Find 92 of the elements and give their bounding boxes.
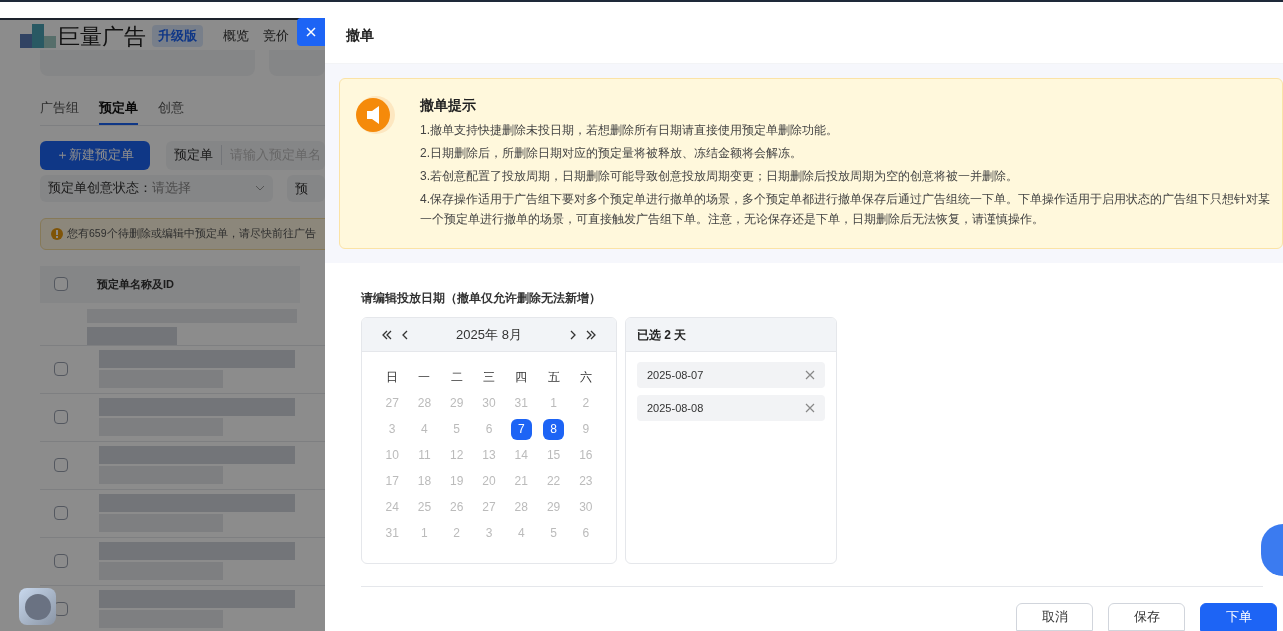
calendar-day[interactable]: 4 <box>510 522 532 544</box>
calendar-day[interactable]: 26 <box>446 496 468 518</box>
calendar-day[interactable]: 10 <box>381 444 403 466</box>
warning-icon <box>51 227 63 240</box>
calendar-day[interactable]: 6 <box>575 522 597 544</box>
calendar-day[interactable]: 28 <box>510 496 532 518</box>
calendar-day[interactable]: 30 <box>478 392 500 414</box>
footer-button[interactable]: 下单 <box>1200 603 1277 631</box>
calendar-day[interactable]: 24 <box>381 496 403 518</box>
date-text: 2025-08-08 <box>647 400 704 416</box>
tab[interactable]: 创意 <box>158 98 184 125</box>
calendar-day[interactable]: 4 <box>413 418 435 440</box>
row-checkbox[interactable] <box>54 458 68 472</box>
notice-text: 3.若创意配置了投放周期，日期删除可能导致创意投放周期变更；日期删除后投放周期为空的创意将被一并删除。 <box>420 168 1019 185</box>
calendar-day[interactable]: 9 <box>575 418 597 440</box>
close-icon <box>306 27 316 37</box>
calendar-day[interactable]: 27 <box>381 392 403 414</box>
selected-count: 已选 2 天 <box>637 326 687 344</box>
weekday-label: 日 <box>386 369 399 386</box>
calendar-day[interactable]: 20 <box>478 470 500 492</box>
app-icon[interactable] <box>19 588 56 625</box>
calendar-day[interactable]: 15 <box>543 444 565 466</box>
column-header: 预定单名称及ID <box>97 276 174 292</box>
calendar-day[interactable]: 29 <box>543 496 565 518</box>
section-label: 请编辑投放日期（撤单仅允许删除无法新增） <box>361 290 602 307</box>
weekday-label: 三 <box>483 369 495 386</box>
calendar-day[interactable]: 21 <box>510 470 532 492</box>
tab[interactable]: 广告组 <box>40 98 79 125</box>
nav-link[interactable]: 概览 <box>223 26 249 46</box>
calendar-day[interactable]: 13 <box>478 444 500 466</box>
weekday-label: 二 <box>450 369 463 386</box>
chevron-icon <box>254 185 265 191</box>
calendar-day[interactable]: 6 <box>478 418 500 440</box>
drawer-title: 撤单 <box>346 26 374 45</box>
footer-button[interactable]: 取消 <box>1016 603 1093 631</box>
calendar-day[interactable]: 7 <box>510 418 532 440</box>
tab[interactable]: 预定单 <box>99 98 138 125</box>
weekday-label: 四 <box>515 369 528 386</box>
date-text: 2025-08-07 <box>647 367 704 383</box>
calendar-day[interactable]: 3 <box>381 418 403 440</box>
status-filter[interactable]: 预定单创意状态：请选择 <box>40 174 273 202</box>
nav-link[interactable]: 竞价 <box>263 26 289 46</box>
calendar-day[interactable]: 25 <box>413 496 435 518</box>
notice-title: 撤单提示 <box>420 96 477 115</box>
notice-text: 1.撤单支持快捷删除未投日期，若想删除所有日期请直接使用预定单删除功能。 <box>420 122 839 139</box>
calendar-day[interactable]: 1 <box>413 522 435 544</box>
calendar-day[interactable]: 19 <box>446 470 468 492</box>
calendar-day[interactable]: 12 <box>446 444 468 466</box>
remove-icon[interactable] <box>805 403 815 413</box>
filter-placeholder: 请选择 <box>152 179 192 198</box>
weekday-label: 六 <box>579 369 592 386</box>
row-checkbox[interactable] <box>54 362 68 376</box>
calendar-day[interactable]: 14 <box>510 444 532 466</box>
calendar-day[interactable]: 1 <box>543 392 565 414</box>
calendar-day[interactable]: 29 <box>446 392 468 414</box>
calendar-month: 2025年 8月 <box>455 325 523 344</box>
calendar-day[interactable]: 31 <box>510 392 532 414</box>
header-checkbox[interactable] <box>54 277 68 291</box>
footer-button[interactable]: 保存 <box>1108 603 1185 631</box>
calendar-day[interactable]: 3 <box>478 522 500 544</box>
calendar-day[interactable]: 28 <box>413 392 435 414</box>
logo-icon <box>20 24 56 48</box>
calendar-day[interactable]: 17 <box>381 470 403 492</box>
row-checkbox[interactable] <box>54 554 68 568</box>
edition-badge: 升级版 <box>152 25 203 47</box>
notice-text: 2.日期删除后，所删除日期对应的预定量将被释放、冻结金额将会解冻。 <box>420 145 803 162</box>
calendar-day[interactable]: 18 <box>413 470 435 492</box>
calendar-day[interactable]: 23 <box>575 470 597 492</box>
calendar-day[interactable]: 8 <box>543 418 565 440</box>
calendar-day[interactable]: 27 <box>478 496 500 518</box>
calendar-day[interactable]: 5 <box>446 418 468 440</box>
close-button[interactable] <box>297 18 325 46</box>
calendar-day[interactable]: 22 <box>543 470 565 492</box>
calendar-day[interactable]: 2 <box>446 522 468 544</box>
calendar-day[interactable]: 31 <box>381 522 403 544</box>
calendar-day[interactable]: 2 <box>575 392 597 414</box>
weekday-label: 五 <box>547 369 560 386</box>
remove-icon[interactable] <box>805 370 815 380</box>
row-checkbox[interactable] <box>54 506 68 520</box>
calendar-day[interactable]: 16 <box>575 444 597 466</box>
row-checkbox[interactable] <box>54 410 68 424</box>
calendar-day[interactable]: 30 <box>575 496 597 518</box>
logo-text: 巨量广告 <box>58 22 146 51</box>
new-order-button[interactable]: ＋新建预定单 <box>40 140 150 170</box>
weekday-label: 一 <box>418 369 431 386</box>
alert-text: 您有659个待删除或编辑中预定单，请尽快前往广告 <box>67 225 316 241</box>
search-type-select[interactable]: 预定单 <box>174 145 213 165</box>
calendar-day[interactable]: 11 <box>413 444 435 466</box>
notice-text: 4.保存操作适用于广告组下要对多个预定单进行撤单的场景，多个预定单都进行撤单保存后通过广告组统一下单。下单操作适用于启用状态的广告组下只想针对某一个预定单进行撤单的场景，可直接触发广告组下单。注意，无论保存还是下单，日期删除后无法恢复，请谨慎操作。 <box>420 191 1271 228</box>
filter-select[interactable]: 预 <box>286 174 325 202</box>
calendar-day[interactable]: 5 <box>543 522 565 544</box>
filter-label: 预定单创意状态： <box>48 179 152 198</box>
